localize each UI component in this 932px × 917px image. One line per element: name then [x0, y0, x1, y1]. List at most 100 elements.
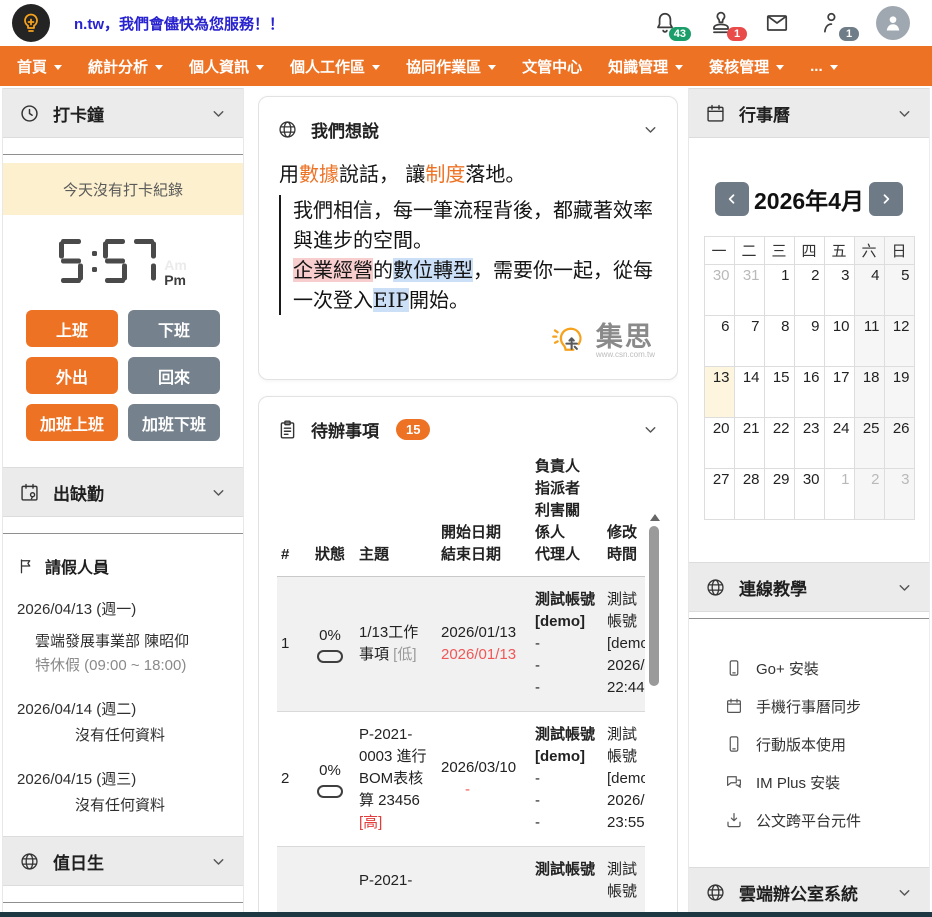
todo-row-2[interactable]: 20%P-2021-0003 進行 BOM表核算 23456 [高]2026/0… [277, 712, 645, 847]
calendar-day[interactable]: 5 [884, 265, 914, 316]
calendar-day[interactable]: 10 [824, 316, 854, 367]
nav-item-1[interactable]: 首頁 [4, 46, 75, 86]
calendar-day[interactable]: 25 [854, 418, 884, 469]
punch-button-6[interactable]: 加班下班 [128, 404, 220, 441]
message-card-header[interactable]: 我們想說 [259, 97, 677, 150]
duty-panel-header[interactable]: 值日生 [3, 836, 243, 886]
calendar-day[interactable]: 16 [794, 367, 824, 418]
calendar-day[interactable]: 30 [794, 469, 824, 520]
nav-item-4[interactable]: 個人工作區 [277, 46, 393, 86]
tutorial-link-5[interactable]: 公文跨平台元件 [725, 801, 929, 839]
chevron-down-icon[interactable] [896, 579, 913, 596]
nav-item-7[interactable]: 知識管理 [595, 46, 696, 86]
calendar-day[interactable]: 30 [704, 265, 734, 316]
caret-down-icon [776, 65, 784, 70]
approvals-button[interactable]: 1 [708, 10, 734, 36]
todo-row-modified: 測試帳號 [demo] 2026/04/01 22:44 [607, 589, 645, 699]
calendar-day[interactable]: 19 [884, 367, 914, 418]
progress-pill [317, 785, 343, 798]
calendar-day[interactable]: 8 [764, 316, 794, 367]
calendar-day[interactable]: 17 [824, 367, 854, 418]
scrollbar-up-arrow[interactable] [650, 514, 660, 521]
message-card: 我們想說 用數據說話， 讓制度落地。 我們相信，每一筆流程背後，都藏著效率與進步… [258, 96, 678, 380]
calendar-day[interactable]: 3 [824, 265, 854, 316]
digital-clock: Am Pm [3, 239, 243, 288]
calendar-panel-header[interactable]: 行事曆 [689, 88, 929, 138]
calendar-day[interactable]: 18 [854, 367, 884, 418]
calendar-prev-button[interactable] [715, 182, 749, 216]
calendar-day-today[interactable]: 13 [704, 367, 734, 418]
calendar-day[interactable]: 27 [704, 469, 734, 520]
calendar-next-button[interactable] [869, 182, 903, 216]
calendar-day[interactable]: 12 [884, 316, 914, 367]
todo-scrollbar[interactable] [648, 514, 661, 912]
phone-icon [725, 659, 743, 677]
calendar-day[interactable]: 4 [854, 265, 884, 316]
calendar-day[interactable]: 2 [854, 469, 884, 520]
calendar-day[interactable]: 9 [794, 316, 824, 367]
chevron-down-icon[interactable] [210, 484, 227, 501]
chevron-down-icon[interactable] [896, 105, 913, 122]
nav-item-3[interactable]: 個人資訊 [176, 46, 277, 86]
punch-button-1[interactable]: 上班 [26, 310, 118, 347]
chevron-down-icon[interactable] [896, 884, 913, 901]
cloud-panel-header[interactable]: 雲端辦公室系統 [689, 867, 929, 912]
nav-item-2[interactable]: 統計分析 [75, 46, 176, 86]
todo-row-1[interactable]: 10%1/13工作 事項 [低]2026/01/132026/01/13測試帳號… [277, 577, 645, 712]
col-header-status: 狀態 [309, 544, 351, 566]
leave-empty-text: 沒有任何資料 [75, 724, 243, 748]
chevron-down-icon[interactable] [210, 105, 227, 122]
chevron-down-icon[interactable] [210, 853, 227, 870]
calendar-day[interactable]: 14 [734, 367, 764, 418]
calendar-day[interactable]: 20 [704, 418, 734, 469]
tutorial-panel-header[interactable]: 連線教學 [689, 562, 929, 612]
mail-button[interactable] [764, 10, 790, 36]
attendance-panel-header[interactable]: 出缺勤 [3, 467, 243, 517]
nav-item-9[interactable]: ... [797, 46, 851, 86]
todo-row-people: 測試帳號 [demo]--- [535, 589, 599, 699]
punch-button-2[interactable]: 下班 [128, 310, 220, 347]
visitors-button[interactable]: 1 [820, 10, 846, 36]
calendar-day[interactable]: 3 [884, 469, 914, 520]
tutorial-link-2[interactable]: 手機行事曆同步 [725, 687, 929, 725]
nav-item-8[interactable]: 簽核管理 [696, 46, 797, 86]
caret-down-icon [675, 65, 683, 70]
calendar-day[interactable]: 11 [854, 316, 884, 367]
calendar-day[interactable]: 24 [824, 418, 854, 469]
punch-button-3[interactable]: 外出 [26, 357, 118, 394]
text-segment: 數據 [299, 162, 339, 186]
punch-clock-panel-header[interactable]: 打卡鐘 [3, 88, 243, 138]
tutorial-link-1[interactable]: Go+ 安裝 [725, 649, 929, 687]
text-segment: 開始。 [409, 288, 469, 312]
calendar-day[interactable]: 7 [734, 316, 764, 367]
chevron-down-icon[interactable] [642, 421, 659, 438]
calendar-day[interactable]: 1 [824, 469, 854, 520]
punch-button-4[interactable]: 回來 [128, 357, 220, 394]
calendar-day[interactable]: 21 [734, 418, 764, 469]
calendar-day[interactable]: 1 [764, 265, 794, 316]
app-logo[interactable] [12, 4, 50, 42]
calendar-day[interactable]: 31 [734, 265, 764, 316]
todo-card-header[interactable]: 待辦事項 15 [259, 397, 677, 450]
tutorial-link-4[interactable]: IM Plus 安裝 [725, 763, 929, 801]
lightbulb-icon [19, 11, 43, 35]
tutorial-link-label: Go+ 安裝 [756, 658, 819, 679]
notifications-button[interactable]: 43 [652, 10, 678, 36]
chevron-down-icon[interactable] [642, 121, 659, 138]
punch-button-5[interactable]: 加班上班 [26, 404, 118, 441]
message-headline: 用數據說話， 讓制度落地。 [279, 158, 657, 187]
calendar-day[interactable]: 23 [794, 418, 824, 469]
calendar-day[interactable]: 2 [794, 265, 824, 316]
calendar-day[interactable]: 15 [764, 367, 794, 418]
user-avatar[interactable] [876, 6, 910, 40]
todo-row-3[interactable]: P-2021-測試帳號測試帳號 [277, 847, 645, 912]
calendar-day[interactable]: 6 [704, 316, 734, 367]
calendar-day[interactable]: 29 [764, 469, 794, 520]
calendar-day[interactable]: 28 [734, 469, 764, 520]
calendar-day[interactable]: 22 [764, 418, 794, 469]
nav-item-6[interactable]: 文管中心 [509, 46, 595, 86]
scrollbar-thumb[interactable] [649, 526, 659, 686]
nav-item-5[interactable]: 協同作業區 [393, 46, 509, 86]
tutorial-link-3[interactable]: 行動版本使用 [725, 725, 929, 763]
calendar-day[interactable]: 26 [884, 418, 914, 469]
